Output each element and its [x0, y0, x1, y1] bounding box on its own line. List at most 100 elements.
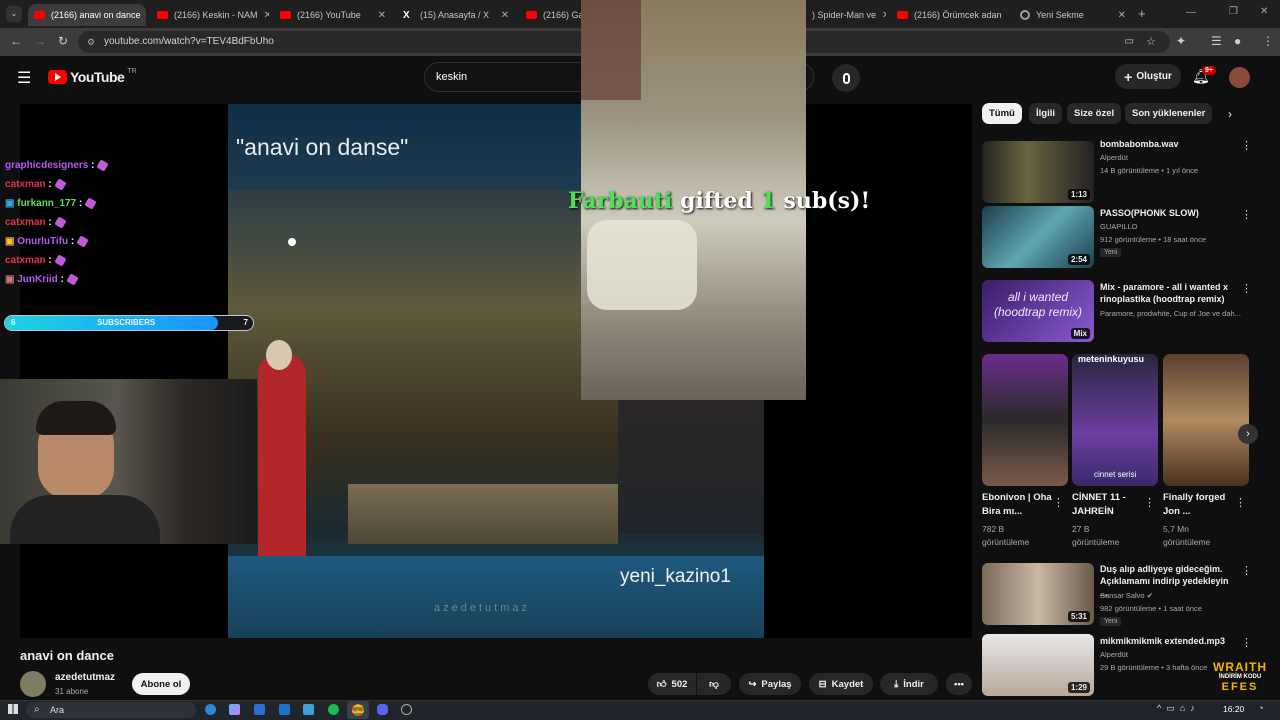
recommendation-thumbnail[interactable]: 5:31	[982, 563, 1094, 625]
recommendation-channel[interactable]: GUAPILLO	[1100, 222, 1138, 231]
channel-name[interactable]: azedetutmaz	[55, 672, 115, 683]
dislike-button[interactable]: 👎︎	[697, 673, 731, 695]
close-icon[interactable]: ✕	[258, 10, 269, 21]
video-overlay-credit: yeni_kazino1	[620, 566, 731, 587]
taskbar-search[interactable]: ⌕ Ara	[26, 702, 196, 718]
clock[interactable]: 16:20	[1223, 704, 1244, 714]
save-button[interactable]: ⊟ Kaydet	[809, 673, 873, 695]
tab-search-button[interactable]: ⌄	[6, 6, 22, 22]
create-button[interactable]: + Oluştur	[1115, 64, 1181, 89]
obs-icon[interactable]	[401, 704, 412, 715]
close-icon[interactable]: ✕	[141, 10, 146, 21]
close-icon[interactable]: ✕	[876, 10, 886, 21]
subscribe-button[interactable]: Abone ol	[132, 673, 190, 695]
tab-orumcek[interactable]: (2166) Örümcek adan✕	[891, 4, 1009, 26]
back-icon[interactable]: ←	[10, 34, 22, 48]
recommendation-title[interactable]: mikmikmikmik extended.mp3	[1100, 635, 1235, 647]
profile-icon[interactable]: ●	[1234, 34, 1241, 48]
chip-related[interactable]: İlgili	[1029, 103, 1062, 124]
tab-youtube[interactable]: (2166) YouTube ✕	[274, 4, 392, 26]
copilot-icon[interactable]	[229, 704, 240, 715]
close-icon[interactable]: ✕	[1112, 10, 1126, 21]
duration-badge: 1:29	[1067, 682, 1090, 693]
close-icon[interactable]: ✕	[495, 10, 509, 21]
emote-icon	[76, 235, 89, 248]
chip-for-you[interactable]: Size özel	[1067, 103, 1122, 124]
discord-icon[interactable]	[377, 704, 388, 715]
recommendation-thumbnail[interactable]: all i wanted (hoodtrap remix) Mix	[982, 280, 1094, 342]
recommendation-meta: 912 görüntüleme • 18 saat önce	[1100, 235, 1207, 244]
close-window-button[interactable]: ✕	[1260, 6, 1268, 17]
spotify-icon[interactable]	[328, 704, 339, 715]
chip-recent[interactable]: Son yüklenenler	[1125, 103, 1213, 124]
browser-menu-icon[interactable]: ⋮	[1262, 34, 1274, 48]
recommendation-channel[interactable]: Alperdüt	[1100, 650, 1128, 659]
short-thumbnail[interactable]	[1163, 354, 1249, 486]
recommendation-thumbnail[interactable]: 1:13	[982, 141, 1094, 203]
plus-icon: +	[1124, 68, 1133, 85]
more-actions-button[interactable]: •••	[946, 673, 972, 695]
download-button[interactable]: ⤓ İndir	[880, 673, 938, 695]
recommendation-channel[interactable]: Sansar Salvo ✔	[1100, 591, 1153, 600]
short-title[interactable]: CİNNET 11 - JAHREİN	[1072, 491, 1142, 519]
tab-anavi-on-dance[interactable]: (2166) anavi on dance✕	[28, 4, 146, 26]
more-vertical-icon[interactable]: ⋮	[1053, 496, 1064, 509]
recommendation-title[interactable]: Mix - paramore - all i wanted x rinoplas…	[1100, 281, 1235, 305]
short-thumbnail[interactable]: meteninkuyusu cinnet serisi	[1072, 354, 1158, 486]
close-icon[interactable]: ✕	[1002, 10, 1009, 21]
recommendation-title[interactable]: PASSO(PHONK SLOW)	[1100, 207, 1235, 219]
share-button[interactable]: ↪ Paylaş	[739, 673, 801, 695]
notification-center-icon[interactable]: ◔	[1258, 703, 1263, 713]
mix-badge: Mix	[1070, 328, 1090, 339]
short-thumbnail[interactable]	[982, 354, 1068, 486]
duration-badge: 1:13	[1067, 189, 1090, 200]
more-vertical-icon[interactable]: ⋮	[1241, 208, 1252, 221]
recommendation-thumbnail[interactable]: 1:29	[982, 634, 1094, 696]
short-title[interactable]: Ebonivon | Oha Bira mı...	[982, 491, 1052, 519]
chip-all[interactable]: Tümü	[982, 103, 1022, 124]
reload-icon[interactable]: ↻	[58, 34, 68, 48]
tab-new-tab[interactable]: Yeni Sekme ✕	[1014, 4, 1132, 26]
tab-gam[interactable]: (2166) Gam	[520, 4, 582, 26]
edge-icon[interactable]	[205, 704, 216, 715]
photos-icon[interactable]	[303, 704, 314, 715]
more-vertical-icon[interactable]: ⋮	[1144, 496, 1155, 509]
chevron-right-icon[interactable]: ›	[1228, 107, 1232, 121]
short-title[interactable]: Finally forged Jon ...	[1163, 491, 1229, 519]
more-vertical-icon[interactable]: ⋮	[1241, 636, 1252, 649]
shorts-next-button[interactable]: ›	[1238, 424, 1258, 444]
recommendation-channel[interactable]: Alperdüt	[1100, 153, 1128, 162]
store-icon[interactable]	[254, 704, 265, 715]
avatar[interactable]	[1229, 67, 1250, 88]
maximize-button[interactable]: ❐	[1229, 6, 1238, 17]
more-vertical-icon[interactable]: ⋮	[1241, 139, 1252, 152]
youtube-logo[interactable]: YouTube TR	[48, 68, 137, 85]
bookmark-star-icon[interactable]: ☆	[1146, 31, 1156, 53]
hamburger-menu-icon[interactable]: ☰	[17, 68, 31, 88]
tab-spider-man[interactable]: ) Spider-Man ve✕	[806, 4, 886, 26]
site-info-icon[interactable]: ⚙	[87, 31, 95, 53]
minimize-button[interactable]: —	[1186, 7, 1196, 18]
tab-x[interactable]: X (15) Anasayfa / X ✕	[397, 4, 515, 26]
more-vertical-icon[interactable]: ⋮	[1241, 282, 1252, 295]
outlook-icon[interactable]	[279, 704, 290, 715]
channel-avatar[interactable]	[20, 671, 46, 697]
forward-icon[interactable]: →	[34, 34, 46, 48]
tray-icons[interactable]: ^▭⌂♪	[1157, 703, 1200, 714]
chrome-taskbar-button[interactable]	[347, 701, 369, 719]
like-button[interactable]: 👍︎ 502	[648, 673, 696, 695]
recommendation-title[interactable]: bombabomba.wav	[1100, 138, 1235, 150]
tab-keskin[interactable]: (2166) Keskin - NAM ✕	[151, 4, 269, 26]
voice-search-button[interactable]	[832, 64, 860, 92]
reading-list-icon[interactable]: ☰	[1211, 34, 1222, 48]
more-vertical-icon[interactable]: ⋮	[1241, 564, 1252, 577]
start-icon[interactable]	[8, 704, 18, 714]
recommendation-channel[interactable]: Paramore, prodwhite, Cup of Joe ve dah..…	[1100, 309, 1241, 318]
new-tab-button[interactable]: +	[1138, 6, 1146, 21]
extensions-icon[interactable]: ✦	[1176, 34, 1186, 48]
recommendation-thumbnail[interactable]: 2:54	[982, 206, 1094, 268]
close-icon[interactable]: ✕	[372, 10, 386, 21]
emote-icon	[84, 197, 97, 210]
more-vertical-icon[interactable]: ⋮	[1235, 496, 1246, 509]
cast-icon[interactable]: ▭	[1125, 31, 1134, 53]
